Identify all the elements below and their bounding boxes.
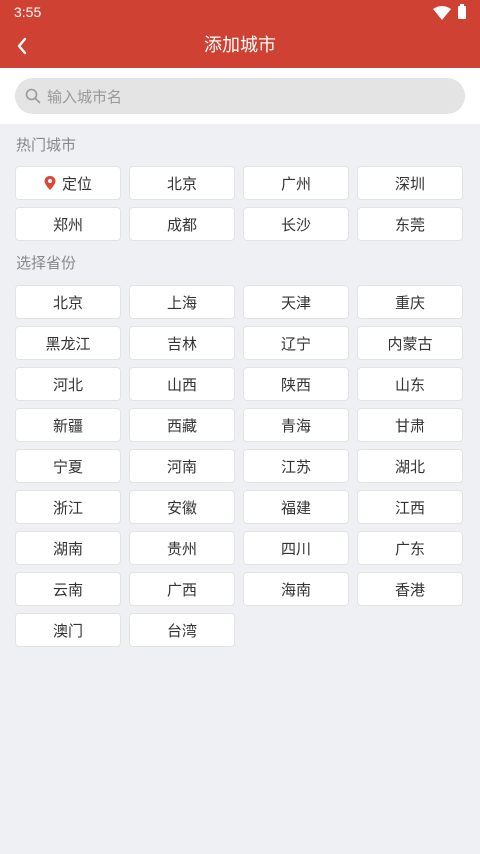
- province-button[interactable]: 贵州: [129, 531, 235, 565]
- province-button[interactable]: 青海: [243, 408, 349, 442]
- province-button[interactable]: 宁夏: [15, 449, 121, 483]
- province-button[interactable]: 广东: [357, 531, 463, 565]
- search-area: 输入城市名: [0, 68, 480, 124]
- province-button[interactable]: 北京: [15, 285, 121, 319]
- hot-city-button[interactable]: 成都: [129, 207, 235, 241]
- province-button[interactable]: 安徽: [129, 490, 235, 524]
- status-bar: 3:55: [0, 0, 480, 24]
- province-button[interactable]: 陕西: [243, 367, 349, 401]
- province-button[interactable]: 四川: [243, 531, 349, 565]
- hot-city-button[interactable]: 深圳: [357, 166, 463, 200]
- app-bar: 3:55 添加城市: [0, 0, 480, 68]
- hot-city-button[interactable]: 长沙: [243, 207, 349, 241]
- locate-button[interactable]: 定位: [15, 166, 121, 200]
- locate-label: 定位: [61, 174, 92, 193]
- hot-city-button[interactable]: 广州: [243, 166, 349, 200]
- status-time: 3:55: [14, 4, 42, 20]
- hot-city-button[interactable]: 东莞: [357, 207, 463, 241]
- wifi-icon: [433, 6, 451, 20]
- hot-cities-grid: 定位 北京 广州 深圳 郑州 成都 长沙 东莞: [15, 166, 465, 241]
- search-input[interactable]: 输入城市名: [15, 78, 465, 114]
- province-button[interactable]: 辽宁: [243, 326, 349, 360]
- province-button[interactable]: 海南: [243, 572, 349, 606]
- location-pin-icon: [44, 176, 56, 190]
- province-button[interactable]: 内蒙古: [357, 326, 463, 360]
- province-button[interactable]: 山西: [129, 367, 235, 401]
- province-button[interactable]: 天津: [243, 285, 349, 319]
- province-button[interactable]: 新疆: [15, 408, 121, 442]
- province-button[interactable]: 福建: [243, 490, 349, 524]
- province-button[interactable]: 江西: [357, 490, 463, 524]
- province-button[interactable]: 河北: [15, 367, 121, 401]
- search-placeholder: 输入城市名: [47, 87, 123, 106]
- page-title: 添加城市: [204, 35, 276, 56]
- hot-city-button[interactable]: 郑州: [15, 207, 121, 241]
- provinces-grid: 北京 上海 天津 重庆 黑龙江 吉林 辽宁 内蒙古 河北 山西 陕西 山东 新疆…: [15, 285, 465, 647]
- province-button[interactable]: 台湾: [129, 613, 235, 647]
- hot-city-button[interactable]: 北京: [129, 166, 235, 200]
- province-button[interactable]: 浙江: [15, 490, 121, 524]
- provinces-title: 选择省份: [16, 254, 77, 272]
- province-button[interactable]: 香港: [357, 572, 463, 606]
- province-button[interactable]: 澳门: [15, 613, 121, 647]
- province-button[interactable]: 湖北: [357, 449, 463, 483]
- province-button[interactable]: 山东: [357, 367, 463, 401]
- province-button[interactable]: 广西: [129, 572, 235, 606]
- province-button[interactable]: 湖南: [15, 531, 121, 565]
- province-button[interactable]: 黑龙江: [15, 326, 121, 360]
- province-button[interactable]: 吉林: [129, 326, 235, 360]
- battery-icon: [458, 4, 466, 19]
- province-button[interactable]: 河南: [129, 449, 235, 483]
- province-button[interactable]: 甘肃: [357, 408, 463, 442]
- search-icon: [25, 88, 41, 104]
- province-button[interactable]: 西藏: [129, 408, 235, 442]
- hot-cities-title: 热门城市: [16, 136, 77, 154]
- province-button[interactable]: 云南: [15, 572, 121, 606]
- province-button[interactable]: 江苏: [243, 449, 349, 483]
- province-button[interactable]: 上海: [129, 285, 235, 319]
- province-button[interactable]: 重庆: [357, 285, 463, 319]
